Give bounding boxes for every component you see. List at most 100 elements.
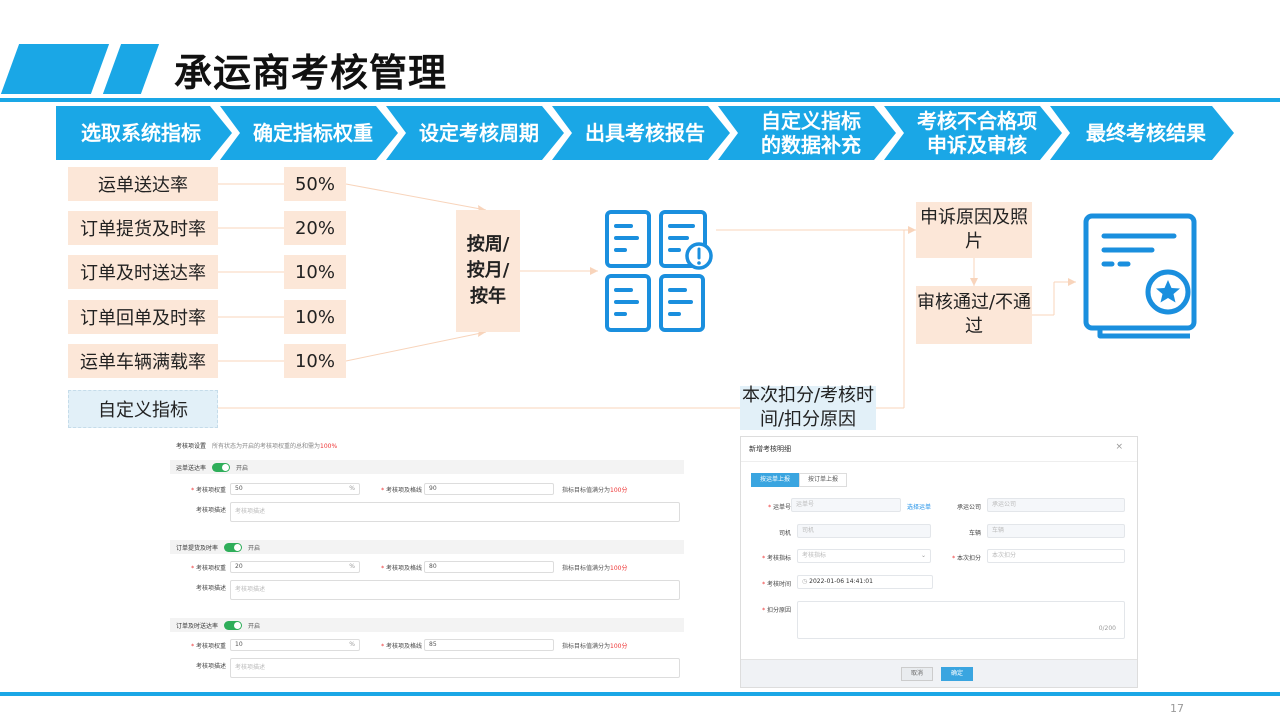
carrier-input[interactable]: 承运公司 <box>987 498 1125 512</box>
period-month: 按月/ <box>466 260 510 281</box>
input-value: 10 <box>235 641 243 648</box>
period-week: 按周/ <box>466 234 510 255</box>
section-header: 运单送达率 开启 <box>170 460 684 474</box>
tab-by-waybill[interactable]: 按运单上报 <box>751 473 800 487</box>
settings-header: 考核项设置 所有状态为开启的考核项权重的总和需为100% <box>170 438 684 452</box>
reason-label: * 扣分原因 <box>762 607 791 614</box>
step-label: 自定义指标的数据补充 <box>761 109 861 157</box>
baseline-input[interactable]: 90 <box>424 483 554 495</box>
title-decoration-left <box>0 44 110 94</box>
tab-by-order[interactable]: 按订单上报 <box>799 473 848 487</box>
period-box: 按周/ 按月/ 按年 <box>456 210 520 332</box>
baseline-input[interactable]: 85 <box>424 639 554 651</box>
report-tabs: 按运单上报 按订单上报 <box>751 473 848 487</box>
appeal-box: 申诉原因及照片 <box>916 202 1032 258</box>
weight-label: * 考核项权重 <box>191 643 226 650</box>
driver-input[interactable]: 司机 <box>797 524 931 538</box>
cancel-button[interactable]: 取消 <box>901 667 933 681</box>
char-counter: 0/200 <box>1098 625 1116 632</box>
weight-row: * 考核项权重 10% * 考核项及格线 85 指标目标值满分为100分 <box>170 638 684 652</box>
deduct-input[interactable]: 本次扣分 <box>987 549 1125 563</box>
settings-hint: 所有状态为开启的考核项权重的总和需为100% <box>212 441 337 450</box>
chevron-down-icon: ⌄ <box>920 552 926 559</box>
desc-row: 考核项描述 考核项描述 <box>170 580 684 600</box>
weight-input[interactable]: 50% <box>230 483 360 495</box>
time-picker[interactable]: ◷ 2022-01-06 14:41:01 <box>797 575 933 589</box>
dialog-title: 新增考核明细 <box>749 445 791 453</box>
desc-input[interactable]: 考核项描述 <box>230 658 680 678</box>
vehicle-input[interactable]: 车辆 <box>987 524 1125 538</box>
section-name: 运单送达率 <box>176 464 207 472</box>
step-custom-data: 自定义指标的数据补充 <box>718 106 896 160</box>
score-note: 指标目标值满分为100分 <box>562 485 627 494</box>
note-value: 100分 <box>610 487 628 494</box>
label-text: 本次扣分 <box>956 555 981 562</box>
label-text: 考核项及格线 <box>385 487 422 494</box>
unit: % <box>349 563 355 570</box>
reason-textarea[interactable]: 0/200 <box>797 601 1125 639</box>
weight-input[interactable]: 10% <box>230 639 360 651</box>
divider <box>741 461 1137 462</box>
title-underline <box>0 98 1280 102</box>
desc-input[interactable]: 考核项描述 <box>230 580 680 600</box>
vehicle-label: 车辆 <box>968 530 981 537</box>
title-decoration-right <box>102 44 160 94</box>
note-value: 100分 <box>610 565 628 572</box>
section-name: 订单提货及时率 <box>176 544 219 552</box>
time-label: * 考核时间 <box>762 581 791 588</box>
step-label: 考核不合格项申诉及审核 <box>917 109 1037 157</box>
section-toggle[interactable] <box>212 462 231 472</box>
dialog-footer: 取消 确定 <box>741 659 1137 687</box>
step-final-result: 最终考核结果 <box>1050 106 1234 160</box>
baseline-label: * 考核项及格线 <box>381 487 422 494</box>
baseline-label: * 考核项及格线 <box>381 565 422 572</box>
step-set-weights: 确定指标权重 <box>220 106 398 160</box>
label-text: 考核项权重 <box>195 643 226 650</box>
waybill-input[interactable]: 运单号 <box>791 498 901 512</box>
section-toggle[interactable] <box>224 620 243 630</box>
desc-row: 考核项描述 考核项描述 <box>170 658 684 678</box>
step-label: 出具考核报告 <box>585 121 705 145</box>
section-toggle[interactable] <box>224 542 243 552</box>
indicator-order-pickup: 订单提货及时率 <box>68 211 218 245</box>
unit: % <box>349 641 355 648</box>
weight-row: * 考核项权重 50% * 考核项及格线 90 指标目标值满分为100分 <box>170 482 684 496</box>
score-note: 指标目标值满分为100分 <box>562 641 627 650</box>
label-text: 运单号 <box>772 504 791 511</box>
weight-value: 10% <box>284 255 346 289</box>
weight-value: 50% <box>284 167 346 201</box>
weight-input[interactable]: 20% <box>230 561 360 573</box>
step-set-period: 设定考核周期 <box>386 106 564 160</box>
baseline-input[interactable]: 80 <box>424 561 554 573</box>
time-value: 2022-01-06 14:41:01 <box>809 578 873 585</box>
indicator-order-ontime: 订单及时送达率 <box>68 255 218 289</box>
select-waybill-link[interactable]: 选择运单 <box>907 502 931 511</box>
toggle-label: 开启 <box>236 464 249 472</box>
desc-input[interactable]: 考核项描述 <box>230 502 680 522</box>
toggle-label: 开启 <box>248 622 261 630</box>
weight-value: 10% <box>284 300 346 334</box>
unit: % <box>349 485 355 492</box>
toggle-label: 开启 <box>248 544 261 552</box>
indicator-select[interactable]: 考核指标 ⌄ <box>797 549 931 563</box>
page-number: 17 <box>1170 702 1184 715</box>
label-text: 考核项权重 <box>195 565 226 572</box>
score-note: 指标目标值满分为100分 <box>562 563 627 572</box>
period-year: 按年 <box>470 286 506 307</box>
carrier-label: 承运公司 <box>956 504 981 511</box>
confirm-button[interactable]: 确定 <box>941 667 973 681</box>
step-label: 最终考核结果 <box>1086 121 1206 145</box>
indicator-label: * 考核指标 <box>762 555 791 562</box>
review-box: 审核通过/不通过 <box>916 286 1032 344</box>
step-label: 确定指标权重 <box>253 121 373 145</box>
waybill-label: * 运单号 <box>768 504 791 511</box>
close-icon[interactable]: × <box>1115 442 1123 452</box>
label-text: 考核项权重 <box>195 487 226 494</box>
label-text: 考核时间 <box>766 581 791 588</box>
select-value: 考核指标 <box>802 552 827 559</box>
driver-label: 司机 <box>778 530 791 537</box>
note-text: 指标目标值满分为 <box>562 487 611 494</box>
section-header: 订单提货及时率 开启 <box>170 540 684 554</box>
note-value: 100分 <box>610 643 628 650</box>
footer-bar <box>0 692 1280 696</box>
